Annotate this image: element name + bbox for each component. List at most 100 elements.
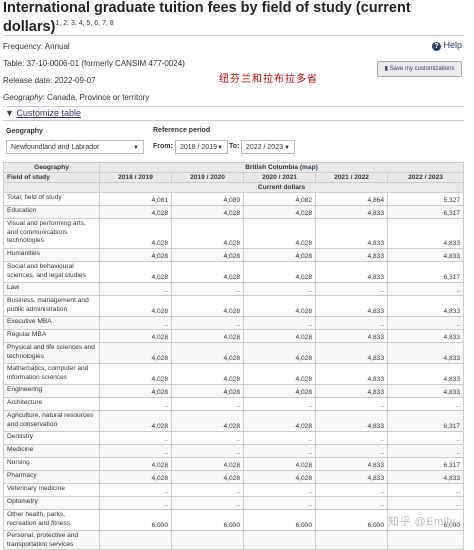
help-link[interactable]: ? Help xyxy=(432,40,462,51)
table-row: Regular MBA 4,028 4,028 4,028 4,833 4,833 xyxy=(3,329,465,343)
divider xyxy=(3,120,464,121)
cell-value: 4,028 xyxy=(243,248,316,262)
row-label: Education xyxy=(3,205,100,219)
table-row: Executive MBA.......... xyxy=(3,316,465,330)
row-label: Engineering xyxy=(3,384,100,398)
cell-value: 4,028 xyxy=(99,384,172,398)
cell-value: 4,833 xyxy=(315,218,388,249)
row-label: Architecture xyxy=(3,397,100,411)
cell-value: .. xyxy=(99,483,172,497)
cell-value: 4,028 xyxy=(99,363,172,385)
cell-value: 4,028 xyxy=(99,218,172,249)
cell-value: 4,028 xyxy=(243,470,316,484)
cell-value xyxy=(315,530,388,550)
cell-value: 4,028 xyxy=(171,218,244,249)
cell-value: .. xyxy=(99,316,172,330)
table-row: Humanities 4,028 4,028 4,028 4,833 4,833 xyxy=(3,248,465,262)
cell-value: 4,028 xyxy=(243,329,316,343)
cell-value: 6,000 xyxy=(171,509,244,531)
customize-table-toggle[interactable]: ▼ Customize table xyxy=(5,108,81,118)
save-customizations-button[interactable]: ▮ Save my customizations xyxy=(377,61,462,77)
cell-value: .. xyxy=(386,483,465,497)
cell-value: 4,028 xyxy=(243,457,316,471)
cell-value: .. xyxy=(315,431,388,445)
table-row: Engineering 4,028 4,028 4,028 4,833 4,833 xyxy=(3,384,465,398)
cell-value: .. xyxy=(315,496,388,510)
cell-value: .. xyxy=(386,316,465,330)
cell-value: 4,028 xyxy=(171,410,244,432)
cell-value: 4,833 xyxy=(315,363,388,385)
table-row: Business, management and public administ… xyxy=(3,295,465,317)
cell-value: 4,833 xyxy=(315,329,388,343)
cell-value xyxy=(99,530,172,550)
row-label: Total, field of study xyxy=(3,192,100,206)
cell-value: 4,028 xyxy=(243,342,316,364)
bookmark-icon: ▮ xyxy=(384,66,388,72)
cell-value: 4,833 xyxy=(386,329,465,343)
empty-header xyxy=(3,182,100,193)
cell-value: 6,317 xyxy=(386,205,465,219)
cell-value: .. xyxy=(171,397,244,411)
cell-value: 4,082 xyxy=(243,192,316,206)
cell-value: 4,028 xyxy=(243,363,316,385)
cell-value: .. xyxy=(315,397,388,411)
year-header: 2022 / 2023 xyxy=(386,172,465,183)
row-label: Mathematics, computer and information sc… xyxy=(3,363,100,385)
cell-value: 4,028 xyxy=(171,363,244,385)
cell-value: 4,028 xyxy=(171,205,244,219)
row-label: Visual and performing arts, and communic… xyxy=(3,218,100,249)
from-select[interactable]: 2018 / 2019 ▼ xyxy=(175,140,228,154)
cell-value: .. xyxy=(171,282,244,296)
cell-value: 4,028 xyxy=(99,410,172,432)
cell-value: 4,833 xyxy=(386,342,465,364)
row-label: Nursing xyxy=(3,457,100,471)
geography-select[interactable]: Newfoundland and Labrador ▼ xyxy=(6,140,144,154)
cell-value: 4,833 xyxy=(386,295,465,317)
table-row: Pharmacy 4,028 4,028 4,028 4,833 4,833 xyxy=(3,470,465,484)
cell-value: 5,327 xyxy=(386,192,465,206)
page-title: International graduate tuition fees by f… xyxy=(3,0,411,35)
frequency-text: Frequency: Annual xyxy=(3,42,70,51)
cell-value: 4,028 xyxy=(243,384,316,398)
year-header: 2018 / 2019 xyxy=(99,172,172,183)
divider xyxy=(3,106,464,107)
cell-value: 4,028 xyxy=(243,295,316,317)
cell-value xyxy=(243,530,316,550)
cell-value: .. xyxy=(171,444,244,458)
cell-value: 6,317 xyxy=(386,261,465,283)
region-header: British Columbia (map) xyxy=(98,162,465,173)
cell-value: .. xyxy=(243,444,316,458)
table-id-text: Table: 37-10-0006-01 (formerly CANSIM 47… xyxy=(3,59,185,68)
row-label: Agriculture, natural resources and conse… xyxy=(3,410,100,432)
cell-value: 4,833 xyxy=(315,248,388,262)
cell-value: 6,000 xyxy=(315,509,388,531)
year-header: 2020 / 2021 xyxy=(243,172,316,183)
table-row: Veterinary medicine.......... xyxy=(3,483,465,497)
cell-value: 4,833 xyxy=(386,363,465,385)
cell-value: 4,028 xyxy=(243,410,316,432)
year-header: 2021 / 2022 xyxy=(315,172,388,183)
cell-value: 4,028 xyxy=(171,329,244,343)
cell-value: 4,028 xyxy=(171,470,244,484)
map-link[interactable]: (map) xyxy=(300,164,318,171)
cell-value: .. xyxy=(171,316,244,330)
table-row: Education 4,028 4,028 4,028 4,833 6,317 xyxy=(3,205,465,219)
cell-value: .. xyxy=(99,397,172,411)
cell-value: .. xyxy=(99,496,172,510)
cell-value: 4,028 xyxy=(99,261,172,283)
table-row: Social and behavioural sciences, and leg… xyxy=(3,261,465,283)
cell-value xyxy=(171,530,244,550)
table-row: Law.......... xyxy=(3,282,465,296)
row-label: Humanities xyxy=(3,248,100,262)
footnote-links[interactable]: 1, 2, 3, 4, 5, 6, 7, 8 xyxy=(55,20,113,27)
row-label: Medicine xyxy=(3,444,100,458)
cell-value: .. xyxy=(99,431,172,445)
cell-value: .. xyxy=(243,496,316,510)
to-select[interactable]: 2022 / 2023 ▼ xyxy=(241,140,295,154)
from-label: From: xyxy=(153,143,173,150)
cell-value: 4,833 xyxy=(315,410,388,432)
row-label: Other health, parks, recreation and fitn… xyxy=(3,509,100,531)
table-row: Nursing 4,028 4,028 4,028 4,833 6,317 xyxy=(3,457,465,471)
cell-value: 4,028 xyxy=(99,248,172,262)
row-label: Regular MBA xyxy=(3,329,100,343)
